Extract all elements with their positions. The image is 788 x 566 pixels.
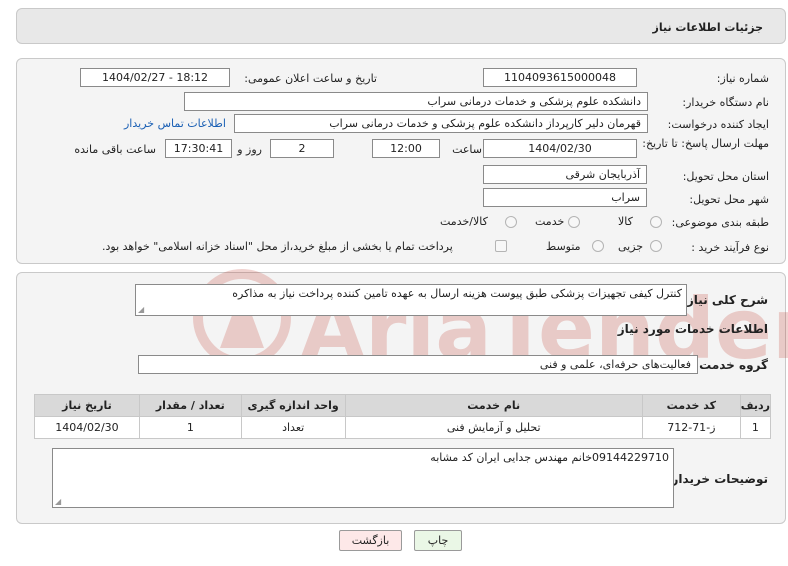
buyer-notes-textarea[interactable]: 09144229710خانم مهندس جدایی ایران کد مشا… [52,448,674,508]
deadline-time-label: ساعت [452,143,482,156]
need-info-panel [16,58,786,264]
resize-grip-icon[interactable]: ◢ [55,497,61,506]
deadline-date-field: 1404/02/30 [483,139,637,158]
need-number-field: 1104093615000048 [483,68,637,87]
services-table: ردیف کد خدمت نام خدمت واحد اندازه گیری ت… [34,394,772,439]
remaining-label: ساعت باقی مانده [74,143,156,156]
buyer-contact-link[interactable]: اطلاعات تماس خریدار [124,117,226,130]
cell-unit: تعداد [240,416,346,439]
remaining-time-field: 17:30:41 [165,139,232,158]
province-label: استان محل تحویل: [682,170,769,183]
cell-row: 1 [739,416,772,439]
cell-name: تحلیل و آزمایش فنی [344,416,643,439]
col-qty: تعداد / مقدار [138,394,242,417]
page-header: جزئیات اطلاعات نیاز [16,8,786,44]
col-unit: واحد اندازه گیری [240,394,346,417]
deadline-time-field: 12:00 [372,139,440,158]
process-minor-label: جزیی [618,240,644,253]
announce-label: تاریخ و ساعت اعلان عمومی: [244,72,377,85]
print-button[interactable]: چاپ [414,530,462,551]
page-title: جزئیات اطلاعات نیاز [652,21,764,34]
buyer-org-label: نام دستگاه خریدار: [682,96,769,109]
process-minor-radio[interactable] [650,240,662,252]
back-button[interactable]: بازگشت [339,530,402,551]
category-goods-radio[interactable] [650,216,662,228]
province-field: آذربایجان شرقی [483,165,647,184]
col-row: ردیف [739,394,772,417]
process-medium-label: متوسط [546,240,581,253]
category-goods-label: کالا [618,215,633,228]
col-date: تاریخ نیاز [34,394,140,417]
summary-textarea[interactable]: کنترل کیفی تجهیزات پزشکی طبق پیوست هزینه… [135,284,687,316]
category-service-label: خدمت [535,215,565,228]
process-label: نوع فرآیند خرید : [691,241,769,254]
category-both-radio[interactable] [505,216,517,228]
category-label: طبقه بندی موضوعی: [671,216,769,229]
buyer-notes-text: 09144229710خانم مهندس جدایی ایران کد مشا… [430,451,669,464]
days-label: روز و [237,143,262,156]
treasury-note: پرداخت تمام یا بخشی از مبلغ خرید،از محل … [102,240,453,253]
service-group-label: گروه خدمت: [694,358,768,372]
cell-date: 1404/02/30 [34,416,140,439]
service-group-field: فعالیت‌های حرفه‌ای، علمی و فنی [138,355,698,374]
services-section-title: اطلاعات خدمات مورد نیاز [617,322,768,336]
category-service-radio[interactable] [568,216,580,228]
process-medium-radio[interactable] [592,240,604,252]
cell-code: ز-71-712 [641,416,741,439]
requester-label: ایجاد کننده درخواست: [667,118,769,131]
city-field: سراب [483,188,647,207]
requester-field: قهرمان دلیر کارپرداز دانشکده علوم پزشکی … [234,114,648,133]
announce-field: 1404/02/27 - 18:12 [80,68,230,87]
deadline-label: مهلت ارسال پاسخ: تا تاریخ: [642,137,769,150]
table-row: 1 ز-71-712 تحلیل و آزمایش فنی تعداد 1 14… [34,416,772,439]
days-field: 2 [270,139,334,158]
buyer-notes-label: توضیحات خریدار: [666,472,768,486]
buyer-org-field: دانشکده علوم پزشکی و خدمات درمانی سراب [184,92,648,111]
col-name: نام خدمت [344,394,643,417]
city-label: شهر محل تحویل: [689,193,769,206]
category-both-label: کالا/خدمت [440,215,488,228]
cell-qty: 1 [138,416,242,439]
treasury-checkbox[interactable] [495,240,507,252]
summary-text: کنترل کیفی تجهیزات پزشکی طبق پیوست هزینه… [232,287,682,300]
col-code: کد خدمت [641,394,741,417]
table-header-row: ردیف کد خدمت نام خدمت واحد اندازه گیری ت… [34,394,772,417]
need-number-label: شماره نیاز: [716,72,769,85]
summary-label: شرح کلی نیاز: [682,293,768,307]
resize-grip-icon[interactable]: ◢ [138,305,144,314]
